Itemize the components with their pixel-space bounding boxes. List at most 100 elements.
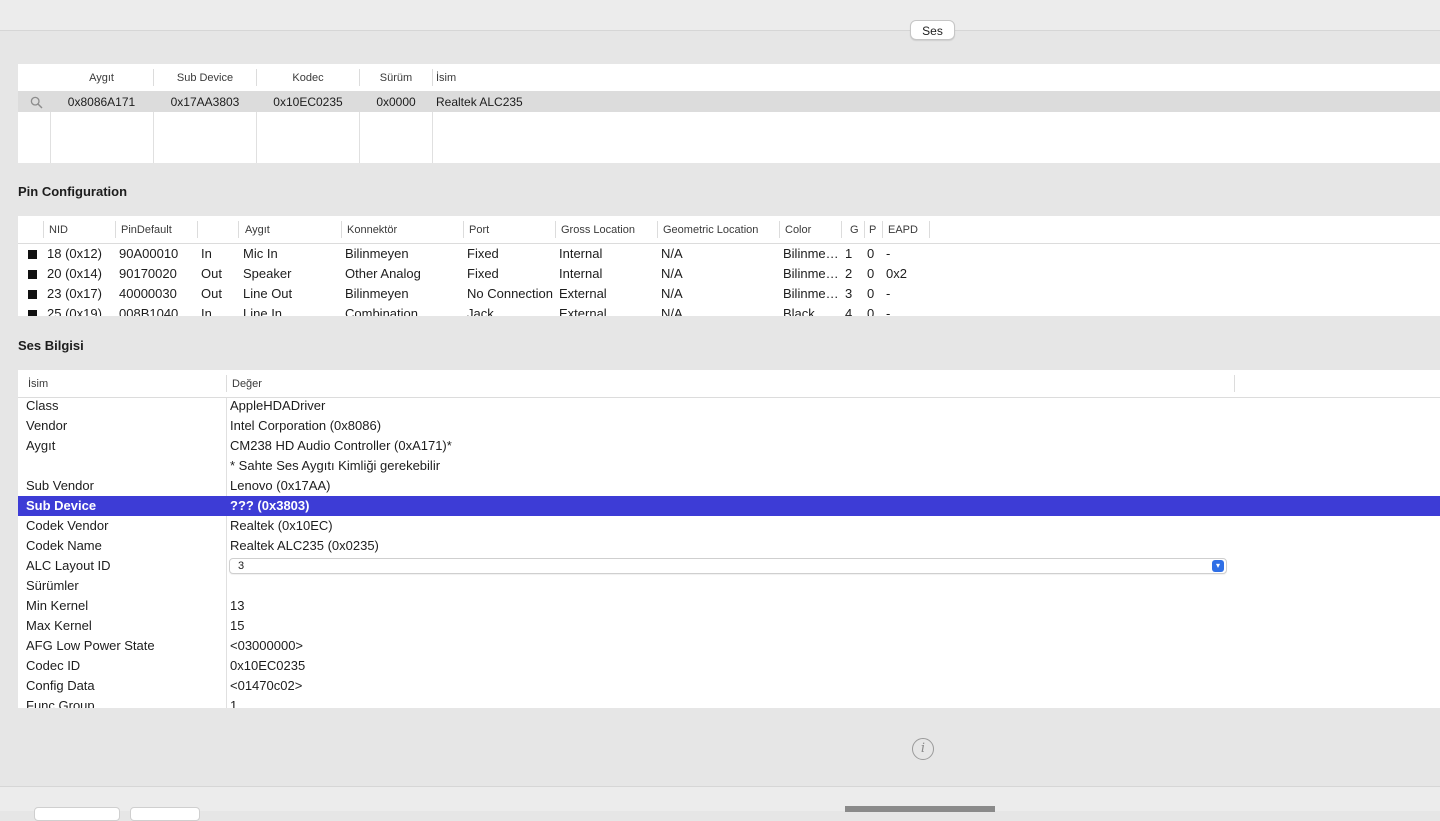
direction: In	[201, 306, 212, 316]
chevron-updown-icon[interactable]: ▾	[1212, 560, 1224, 572]
col-name[interactable]: İsim	[28, 370, 48, 397]
nid: 20 (0x14)	[47, 266, 102, 281]
table-row[interactable]: Min Kernel 13	[18, 596, 1440, 616]
table-row[interactable]: Vendor Intel Corporation (0x8086)	[18, 416, 1440, 436]
pin-config-title: Pin Configuration	[18, 184, 128, 199]
row-name: Config Data	[26, 678, 95, 693]
row-name: Func Group	[26, 698, 95, 708]
col-g[interactable]: G	[850, 216, 859, 243]
col-name[interactable]: İsim	[436, 64, 636, 91]
eapd: 0x2	[886, 266, 907, 281]
row-value: 1	[230, 698, 238, 708]
color: Bilinmeyen	[783, 266, 839, 281]
row-value: ??? (0x3803)	[230, 498, 310, 513]
table-row[interactable]: ALC Layout ID 3 ▾	[18, 556, 1440, 576]
direction: Out	[201, 286, 222, 301]
audio-tab-button[interactable]: Ses	[910, 20, 955, 40]
table-row[interactable]: 0x8086A171 0x17AA3803 0x10EC0235 0x0000 …	[18, 92, 1440, 112]
search-icon[interactable]	[30, 96, 43, 109]
connector: Bilinmeyen	[345, 286, 409, 301]
row-name: ALC Layout ID	[26, 558, 111, 573]
eapd: -	[886, 306, 891, 316]
geometric-location: N/A	[661, 286, 683, 301]
col-geometric-location[interactable]: Geometric Location	[663, 216, 758, 243]
g: 1	[845, 246, 853, 261]
col-codec[interactable]: Kodec	[257, 64, 359, 91]
pin-table-header: NID PinDefault Aygıt Konnektör Port Gros…	[18, 216, 1440, 244]
color-swatch	[28, 270, 37, 279]
row-name: Codek Vendor	[26, 518, 109, 533]
row-name: Sürümler	[26, 578, 79, 593]
row-name: Class	[26, 398, 59, 413]
p: 0	[867, 286, 875, 301]
table-row[interactable]: Max Kernel 15	[18, 616, 1440, 636]
row-name: Max Kernel	[26, 618, 92, 633]
table-row[interactable]: 20 (0x14) 90170020 Out Speaker Other Ana…	[18, 264, 1440, 284]
table-row[interactable]: 25 (0x19) 008B1040 In Line In Combinatio…	[18, 304, 1440, 316]
row-name: Vendor	[26, 418, 68, 433]
table-row[interactable]: AFG Low Power State <03000000>	[18, 636, 1440, 656]
color-swatch	[28, 250, 37, 259]
table-row[interactable]: 23 (0x17) 40000030 Out Line Out Bilinmey…	[18, 284, 1440, 304]
col-p[interactable]: P	[869, 216, 876, 243]
table-row[interactable]: Config Data <01470c02>	[18, 676, 1440, 696]
direction: In	[201, 246, 212, 261]
row-name: Min Kernel	[26, 598, 89, 613]
row-name: AFG Low Power State	[26, 638, 155, 653]
table-row[interactable]: Codek Name Realtek ALC235 (0x0235)	[18, 536, 1440, 556]
table-row[interactable]: Codek Vendor Realtek (0x10EC)	[18, 516, 1440, 536]
col-sub-device[interactable]: Sub Device	[154, 64, 256, 91]
row-name: Codec ID	[26, 658, 81, 673]
col-eapd[interactable]: EAPD	[888, 216, 918, 243]
col-device[interactable]: Aygıt	[50, 64, 153, 91]
p: 0	[867, 306, 875, 316]
layout-id-value: 3	[238, 560, 245, 572]
table-row[interactable]: Func Group 1	[18, 696, 1440, 708]
col-device[interactable]: Aygıt	[245, 216, 270, 243]
col-nid[interactable]: NID	[49, 216, 68, 243]
row-value: * Sahte Ses Aygıtı Kimliği gerekebilir	[230, 458, 441, 473]
p: 0	[867, 246, 875, 261]
table-row[interactable]: Class AppleHDADriver	[18, 396, 1440, 416]
gross-location: External	[559, 306, 607, 316]
table-row[interactable]: * Sahte Ses Aygıtı Kimliği gerekebilir	[18, 456, 1440, 476]
info-icon[interactable]: i	[912, 738, 934, 760]
eapd: -	[886, 286, 891, 301]
row-value: AppleHDADriver	[230, 398, 326, 413]
col-connector[interactable]: Konnektör	[347, 216, 397, 243]
layout-id-select[interactable]: 3 ▾	[229, 558, 1227, 574]
col-color[interactable]: Color	[785, 216, 811, 243]
row-value: Realtek (0x10EC)	[230, 518, 333, 533]
col-port[interactable]: Port	[469, 216, 489, 243]
audio-info-title: Ses Bilgisi	[18, 338, 84, 353]
p: 0	[867, 266, 875, 281]
row-value: 15	[230, 618, 245, 633]
pin-default: 90A00010	[119, 246, 179, 261]
selected-row[interactable]: Sub Device ??? (0x3803)	[18, 496, 1440, 516]
row-value: <03000000>	[230, 638, 304, 653]
table-row[interactable]: Codec ID 0x10EC0235	[18, 656, 1440, 676]
codec-name: Realtek ALC235	[436, 95, 523, 109]
bottom-button[interactable]	[34, 807, 120, 821]
nid: 23 (0x17)	[47, 286, 102, 301]
port: Fixed	[467, 246, 499, 261]
table-row[interactable]: Aygıt CM238 HD Audio Controller (0xA171)…	[18, 436, 1440, 456]
col-value[interactable]: Değer	[232, 370, 262, 397]
col-pin-default[interactable]: PinDefault	[121, 216, 172, 243]
nid: 18 (0x12)	[47, 246, 102, 261]
device: Line In	[243, 306, 283, 316]
col-gross-location[interactable]: Gross Location	[561, 216, 635, 243]
row-name: Sub Vendor	[26, 478, 94, 493]
nid: 25 (0x19)	[47, 306, 102, 316]
port: Fixed	[467, 266, 499, 281]
row-value: 0x10EC0235	[230, 658, 306, 673]
table-row[interactable]: 18 (0x12) 90A00010 In Mic In Bilinmeyen …	[18, 244, 1440, 264]
table-row[interactable]: Sürümler	[18, 576, 1440, 596]
bottom-button[interactable]	[130, 807, 200, 821]
port: No Connection	[467, 286, 553, 301]
row-value: <01470c02>	[230, 678, 303, 693]
g: 3	[845, 286, 853, 301]
col-version[interactable]: Sürüm	[360, 64, 432, 91]
table-row[interactable]: Sub Vendor Lenovo (0x17AA)	[18, 476, 1440, 496]
color-swatch	[28, 310, 37, 316]
